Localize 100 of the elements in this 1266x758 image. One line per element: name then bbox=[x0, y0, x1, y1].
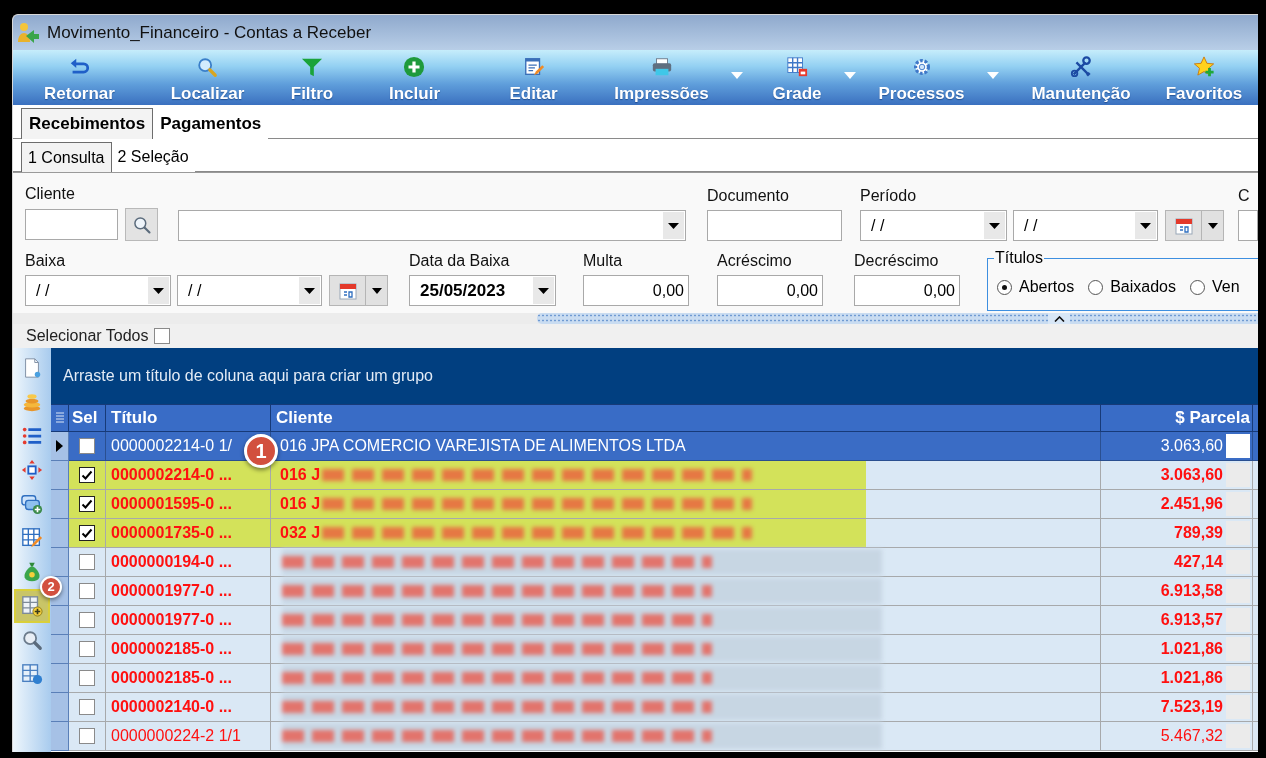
search-icon bbox=[21, 629, 43, 651]
row-indicator[interactable] bbox=[51, 432, 69, 461]
date-field[interactable]: / / bbox=[860, 210, 1007, 241]
cell-text: 3.063,60 bbox=[1160, 436, 1223, 456]
radio-button[interactable]: Baixados bbox=[1088, 275, 1176, 299]
cell-text: 016 J bbox=[280, 465, 321, 485]
date-field[interactable]: / / bbox=[177, 275, 322, 306]
cell-text: 1.021,86 bbox=[1160, 639, 1223, 659]
cell-text: 1.021,86 bbox=[1160, 668, 1223, 688]
checkbox[interactable] bbox=[79, 496, 95, 512]
tool-button[interactable] bbox=[21, 459, 43, 481]
checkbox[interactable] bbox=[79, 525, 95, 541]
cell-text: 427,14 bbox=[1174, 552, 1223, 572]
list-icon bbox=[21, 425, 43, 447]
toolbar-button[interactable]: Editar bbox=[509, 52, 558, 103]
checkbox[interactable] bbox=[79, 438, 95, 454]
checkbox[interactable] bbox=[79, 554, 95, 570]
field-label: C bbox=[1238, 186, 1251, 206]
toolbar-button[interactable]: Localizar bbox=[170, 52, 245, 103]
calendar-button[interactable] bbox=[329, 275, 366, 306]
toolbar-button[interactable]: Processos bbox=[878, 52, 999, 103]
checkbox[interactable] bbox=[79, 699, 95, 715]
column-header[interactable]: Sel bbox=[69, 405, 106, 431]
column-header[interactable]: $ Parcela bbox=[1101, 405, 1253, 431]
dropdown-field[interactable] bbox=[178, 210, 686, 241]
date-field[interactable]: / / bbox=[1013, 210, 1158, 241]
cell-text: 016 J bbox=[280, 494, 321, 514]
add-icon bbox=[403, 56, 426, 78]
toolbar-button[interactable]: Impressões bbox=[614, 52, 743, 103]
cell-text: 0000002185-0 ... bbox=[111, 668, 232, 688]
checkbox[interactable] bbox=[79, 467, 95, 483]
toolbar-button[interactable]: Favoritos bbox=[1165, 52, 1243, 103]
dropdown-button[interactable] bbox=[1202, 210, 1224, 241]
toolbar-button[interactable]: Manutenção bbox=[1031, 52, 1131, 103]
empty-cell bbox=[1226, 434, 1250, 458]
date-field[interactable]: / / bbox=[25, 275, 171, 306]
app-logo-icon bbox=[16, 21, 40, 44]
input-field[interactable] bbox=[1238, 210, 1258, 241]
tab[interactable]: Recebimentos bbox=[21, 108, 154, 139]
input-field[interactable]: 0,00 bbox=[854, 275, 960, 306]
caret-down-icon bbox=[1207, 222, 1218, 229]
filter-icon bbox=[301, 56, 323, 78]
checkbox[interactable] bbox=[79, 641, 95, 657]
cell-text: 0000002185-0 ... bbox=[111, 639, 232, 659]
coins-icon bbox=[21, 391, 43, 413]
grid-icon bbox=[786, 56, 808, 78]
tab[interactable]: 1 Consulta bbox=[21, 142, 112, 172]
field-label: Decréscimo bbox=[854, 251, 940, 271]
toolbar-button[interactable]: Grade bbox=[772, 52, 856, 103]
field-label: Acréscimo bbox=[717, 251, 793, 271]
radio-button[interactable]: Ven bbox=[1189, 275, 1240, 299]
grid-add-icon bbox=[21, 595, 43, 617]
cell-text: 016 JPA COMERCIO VAREJISTA DE ALIMENTOS LTDA bbox=[280, 436, 686, 456]
search-button[interactable] bbox=[125, 208, 158, 241]
checkbox[interactable] bbox=[79, 728, 95, 744]
comments-add-icon bbox=[21, 493, 43, 515]
group-hint-text: Arraste um título de coluna aqui para criar um grupo bbox=[63, 366, 433, 386]
column-header[interactable]: Título bbox=[106, 405, 271, 431]
cell-text: 0000002214-0 ... bbox=[111, 465, 232, 485]
date-field[interactable]: 25/05/2023 bbox=[409, 275, 556, 306]
checkbox[interactable] bbox=[79, 583, 95, 599]
cell-text: 6.913,58 bbox=[1160, 581, 1223, 601]
toolbar-button[interactable]: Filtro bbox=[290, 52, 334, 103]
tool-button[interactable] bbox=[21, 629, 43, 651]
radio-button[interactable]: Abertos bbox=[997, 275, 1075, 299]
tool-button[interactable] bbox=[21, 425, 43, 447]
field-label: Período bbox=[860, 186, 918, 206]
field-label: Cliente bbox=[25, 184, 76, 204]
cell-text: 5.467,32 bbox=[1160, 726, 1223, 746]
dropdown-button[interactable] bbox=[366, 275, 388, 306]
input-field[interactable] bbox=[25, 209, 118, 240]
input-field[interactable]: 0,00 bbox=[583, 275, 689, 306]
tool-button[interactable] bbox=[21, 663, 43, 685]
grid-info-icon bbox=[21, 663, 43, 685]
cell-text: 3.063,60 bbox=[1160, 465, 1223, 485]
cell-text: 0000001977-0 ... bbox=[111, 610, 232, 630]
input-field[interactable]: 0,00 bbox=[717, 275, 823, 306]
field-label: Documento bbox=[707, 186, 790, 206]
row-pointer-icon bbox=[56, 440, 63, 452]
checkbox[interactable] bbox=[154, 328, 171, 344]
step-number: 2 bbox=[40, 576, 62, 598]
column-header[interactable]: Cliente bbox=[271, 405, 1101, 431]
caret-down-icon bbox=[986, 72, 999, 79]
toolbar-button[interactable]: Retornar bbox=[44, 52, 115, 103]
step-number: 1 bbox=[244, 434, 278, 468]
toolbar-button[interactable]: Incluir bbox=[389, 52, 440, 103]
tool-button[interactable] bbox=[21, 527, 43, 549]
checkbox[interactable] bbox=[79, 670, 95, 686]
cell-text: 7.523,19 bbox=[1160, 697, 1223, 717]
collapse-button[interactable] bbox=[1048, 313, 1070, 324]
checkbox[interactable] bbox=[79, 612, 95, 628]
cell-text: 0000001977-0 ... bbox=[111, 581, 232, 601]
cell-text: 6.913,57 bbox=[1160, 610, 1223, 630]
tool-button[interactable] bbox=[14, 589, 50, 623]
input-field[interactable] bbox=[707, 210, 842, 241]
cell-text: 0000000194-0 ... bbox=[111, 552, 232, 572]
tool-button[interactable] bbox=[21, 493, 43, 515]
calendar-button[interactable] bbox=[1165, 210, 1202, 241]
check-icon bbox=[81, 498, 93, 510]
cell-text: 2.451,96 bbox=[1160, 494, 1223, 514]
